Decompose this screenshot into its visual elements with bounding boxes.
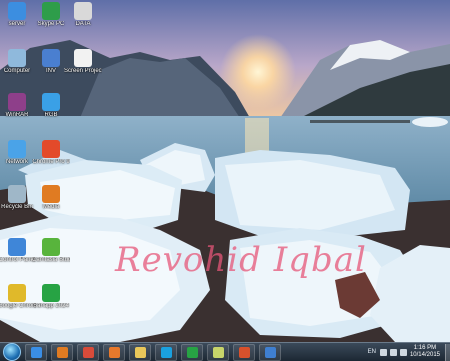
balloon-app-icon: [42, 140, 60, 158]
sahapp-icon: [186, 346, 198, 358]
folder-icon: [74, 2, 92, 20]
desktop-icon-label: Recycle Bin: [1, 204, 33, 210]
desktop-icon[interactable]: DATA: [64, 2, 102, 28]
desktop-icon-label: Screen Project: [64, 68, 102, 74]
desktop-icon-label: Network: [5, 159, 28, 165]
taskbar-button[interactable]: [233, 343, 255, 361]
skype-app-icon: [42, 2, 60, 20]
desktop: server Skype PC DATA Computer INV Screen Proj…: [0, 0, 450, 342]
system-tray: EN 1:16 PM 10/14/2015: [368, 343, 450, 361]
ie-icon: [30, 346, 42, 358]
desktop-icon[interactable]: Recycle Bin: [0, 185, 36, 211]
desktop-icon[interactable]: WinRAR: [0, 93, 36, 119]
recycle-bin-icon: [8, 185, 26, 203]
taskbar-button[interactable]: [259, 343, 281, 361]
taskbar-button[interactable]: [207, 343, 229, 361]
desktop-icon[interactable]: Media: [32, 185, 70, 211]
taskbar-button[interactable]: [103, 343, 125, 361]
network-icon[interactable]: [389, 348, 397, 356]
desktop-icon[interactable]: RGB: [32, 93, 70, 119]
desktop-icon-label: server: [8, 21, 26, 27]
sahapp-icon: [42, 284, 60, 302]
taskbar-button[interactable]: [129, 343, 151, 361]
desktop-icon-label: Google Chrome: [0, 303, 36, 309]
chrome-icon: [82, 346, 94, 358]
rgb-app-icon: [42, 93, 60, 111]
notification-flag-icon[interactable]: [379, 348, 387, 356]
notepad-icon: [212, 346, 224, 358]
show-desktop-button[interactable]: [445, 343, 450, 361]
desktop-icon-label: RGB: [44, 112, 58, 118]
camtasia-icon: [42, 238, 60, 256]
desktop-icon[interactable]: Chrome Pro 9: [32, 140, 70, 166]
desktop-icon-label: WinRAR: [5, 112, 29, 118]
file-explorer-icon: [134, 346, 146, 358]
document-icon: [42, 49, 60, 67]
watermark-signature: Revohid Iqbal: [115, 240, 367, 280]
desktop-icon[interactable]: Computer: [0, 49, 36, 75]
taskbar-button[interactable]: [25, 343, 47, 361]
desktop-icon-label: Media: [42, 204, 60, 210]
browser-icon: [264, 346, 276, 358]
taskbar-button[interactable]: [77, 343, 99, 361]
desktop-icon[interactable]: Google Chrome: [0, 284, 36, 310]
taskbar-button[interactable]: [155, 343, 177, 361]
control-panel-icon: [8, 238, 26, 256]
skype-icon: [160, 346, 172, 358]
taskbar-button[interactable]: [181, 343, 203, 361]
desktop-icon-label: Camtasia Studio 7: [32, 257, 70, 263]
desktop-icon[interactable]: Camtasia Studio 7: [32, 238, 70, 264]
firefox-icon: [108, 346, 120, 358]
volume-icon[interactable]: [399, 348, 407, 356]
desktop-icon-label: Computer: [3, 68, 31, 74]
desktop-icon-label: Control Panel: [0, 257, 36, 263]
desktop-icon-label: Chrome Pro 9: [32, 159, 70, 165]
desktop-icon-label: Sahapp 2024: [33, 303, 69, 309]
desktop-icon[interactable]: Screen Project: [64, 49, 102, 75]
desktop-icon[interactable]: server: [0, 2, 36, 28]
media-player-icon: [42, 185, 60, 203]
desktop-icon[interactable]: Sahapp 2024: [32, 284, 70, 310]
clock-date: 10/14/2015: [409, 352, 440, 358]
server-shortcut-icon: [8, 2, 26, 20]
desktop-icon[interactable]: Control Panel: [0, 238, 36, 264]
chrome-icon: [8, 284, 26, 302]
media-player-icon: [56, 346, 68, 358]
clock-time: 1:16 PM: [413, 345, 437, 351]
winrar-icon: [8, 93, 26, 111]
network-icon: [8, 140, 26, 158]
language-indicator[interactable]: EN: [368, 349, 376, 355]
text-file-icon: [74, 49, 92, 67]
desktop-icon[interactable]: Network: [0, 140, 36, 166]
taskbar: EN 1:16 PM 10/14/2015: [0, 342, 450, 361]
computer-icon: [8, 49, 26, 67]
taskbar-button[interactable]: [51, 343, 73, 361]
clock[interactable]: 1:16 PM 10/14/2015: [410, 345, 440, 359]
windows-start-icon[interactable]: [3, 343, 21, 361]
desktop-icon-label: DATA: [75, 21, 91, 27]
powerpoint-icon: [238, 346, 250, 358]
